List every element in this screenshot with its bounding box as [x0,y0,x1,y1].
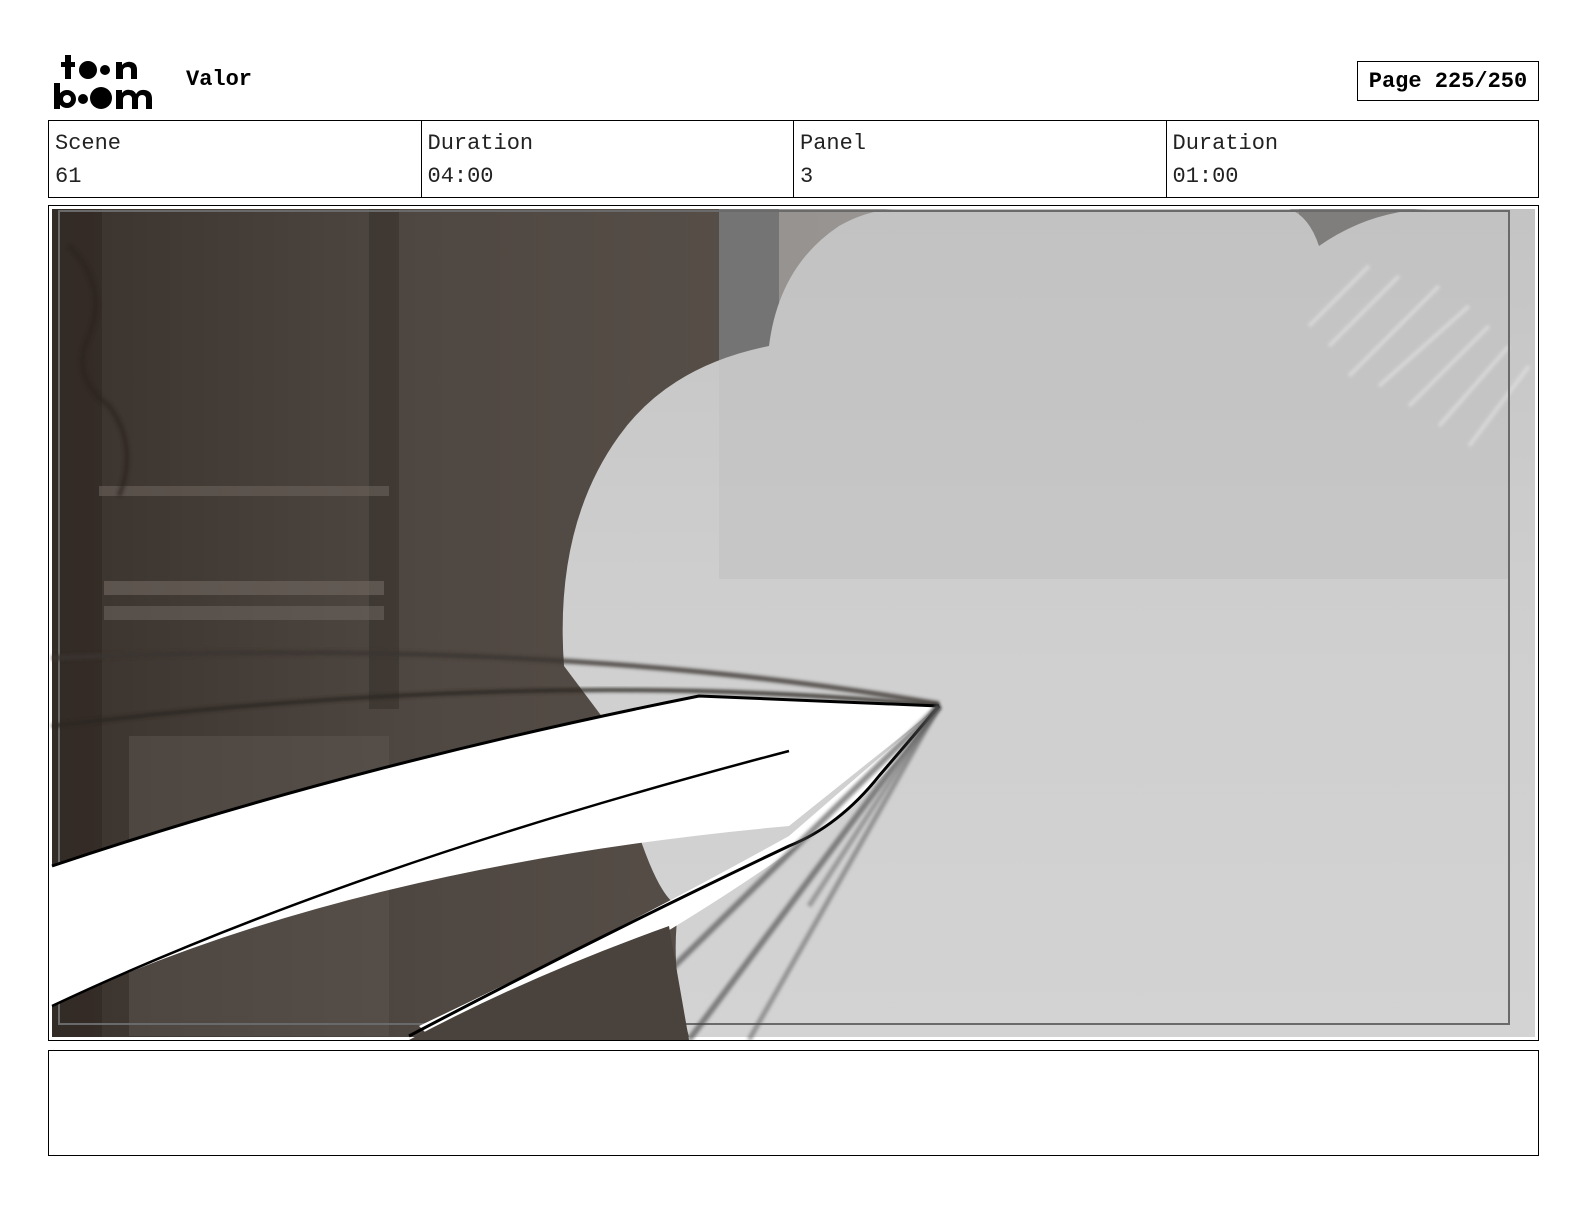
panel-label: Panel [800,131,867,156]
panel-value: 3 [800,164,814,189]
page-indicator: Page 225/250 [1357,61,1539,101]
scene-cell: Scene 61 [49,121,422,197]
storyboard-panel-frame [48,205,1539,1041]
panel-notes-box[interactable] [48,1050,1539,1156]
panel-duration-label: Duration [1172,131,1279,156]
panel-duration-value: 01:00 [1172,164,1239,189]
scene-duration-cell: Duration 04:00 [422,121,794,197]
project-title: Valor [186,67,253,92]
toon-boom-logo [54,55,152,109]
scene-duration-value: 04:00 [427,164,494,189]
panel-cell: Panel 3 [794,121,1167,197]
panel-duration-cell: Duration 01:00 [1167,121,1539,197]
scene-label: Scene [55,131,122,156]
scene-panel-info-table: Scene 61 Duration 04:00 Panel 3 Duration… [48,120,1539,198]
scene-duration-label: Duration [427,131,534,156]
scene-value: 61 [55,164,82,189]
storyboard-sketch-image [49,206,1538,1040]
